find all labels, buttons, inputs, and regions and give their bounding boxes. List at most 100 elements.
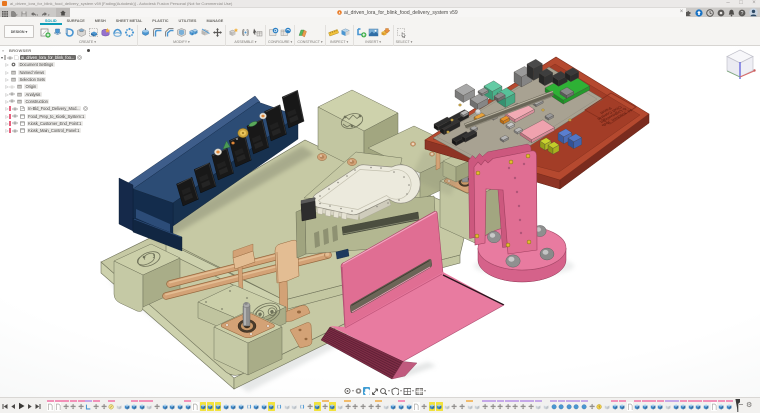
timeline-feature-7[interactable] — [93, 400, 100, 412]
timeline-feature-55[interactable] — [459, 400, 466, 412]
timeline-feature-12[interactable] — [131, 400, 138, 412]
timeline-feature-70[interactable] — [573, 400, 580, 412]
timeline-feature-3[interactable] — [62, 400, 69, 412]
eye-icon[interactable] — [12, 129, 18, 133]
timeline-feature-74[interactable] — [604, 400, 611, 412]
ribbon-tab-solid[interactable]: SOLID — [40, 17, 62, 25]
timeline-feature-86[interactable] — [695, 400, 702, 412]
timeline-feature-13[interactable] — [139, 400, 146, 412]
browser-item-label[interactable]: Kiosk_Customer_End_Point:1 — [27, 121, 83, 126]
group-label-inspect[interactable]: INSPECT ▾ — [328, 39, 351, 45]
browser-item-label[interactable]: Origin — [24, 84, 38, 89]
timeline-feature-51[interactable] — [428, 400, 435, 412]
move-copy-button[interactable] — [212, 26, 223, 39]
timeline-feature-61[interactable] — [505, 400, 512, 412]
fillet-button[interactable] — [152, 26, 163, 39]
timeline-feature-14[interactable] — [146, 400, 153, 412]
fit-tool[interactable] — [379, 387, 390, 395]
timeline-feature-1[interactable] — [47, 400, 54, 412]
timeline-feature-43[interactable] — [367, 400, 374, 412]
timeline-feature-30[interactable] — [268, 400, 275, 412]
ribbon-tab-mesh[interactable]: MESH — [90, 17, 111, 25]
timeline-feature-37[interactable] — [322, 400, 329, 412]
view-cube[interactable] — [727, 50, 756, 79]
pattern-button[interactable] — [124, 26, 135, 39]
timeline-feature-29[interactable] — [261, 400, 268, 412]
tab-close-icon[interactable]: × — [678, 9, 685, 16]
browser-item-label[interactable]: Selection Sets — [18, 77, 46, 82]
group-label-assemble[interactable]: ASSEMBLE ▾ — [228, 39, 263, 45]
timeline-feature-89[interactable] — [718, 400, 725, 412]
timeline-feature-28[interactable] — [253, 400, 260, 412]
timeline-feature-67[interactable] — [550, 400, 557, 412]
timeline-feature-83[interactable] — [672, 400, 679, 412]
timeline-feature-23[interactable] — [215, 400, 222, 412]
split-body-button[interactable] — [200, 26, 211, 39]
browser-item-7[interactable]: ▷In-Bld_Food_Delivery_Mod... — [0, 105, 100, 112]
timeline-feature-46[interactable] — [390, 400, 397, 412]
timeline-feature-78[interactable] — [634, 400, 641, 412]
timeline-feature-19[interactable] — [184, 400, 191, 412]
timeline-feature-63[interactable] — [520, 400, 527, 412]
timeline-feature-40[interactable] — [344, 400, 351, 412]
browser-root-item[interactable]: ▾ai_driven_lora_for_blink_foo... — [0, 54, 100, 61]
browser-item-8[interactable]: ▷Food_Prep_to_Kiosk_System:1 — [0, 112, 100, 119]
timeline-feature-8[interactable] — [100, 400, 107, 412]
collapse-panel-icon[interactable]: « — [2, 48, 4, 53]
timeline-feature-33[interactable] — [291, 400, 298, 412]
eye-icon[interactable] — [9, 99, 15, 103]
timeline-feature-62[interactable] — [512, 400, 519, 412]
look-at-tool[interactable] — [355, 387, 362, 395]
timeline-feature-20[interactable] — [192, 400, 199, 412]
group-label-insert[interactable]: INSERT ▾ — [356, 39, 391, 45]
browser-item-1[interactable]: ▷Document Settings — [0, 61, 100, 68]
insert-mesh-button[interactable] — [380, 26, 391, 39]
grid-layout-tool[interactable] — [403, 387, 414, 395]
browser-item-5[interactable]: ▷Analysis — [0, 90, 100, 97]
home-button[interactable] — [56, 8, 70, 17]
timeline-feature-41[interactable] — [352, 400, 359, 412]
browser-options-icon[interactable] — [87, 49, 90, 52]
timeline-feature-64[interactable] — [527, 400, 534, 412]
timeline-feature-85[interactable] — [688, 400, 695, 412]
play-button[interactable] — [18, 397, 25, 415]
timeline-feature-21[interactable] — [200, 400, 207, 412]
timeline-feature-84[interactable] — [680, 400, 687, 412]
skip-to-end-button[interactable] — [35, 397, 41, 415]
timeline-feature-47[interactable] — [398, 400, 405, 412]
ribbon-tab-plastic[interactable]: PLASTIC — [147, 17, 173, 25]
pan-tool[interactable] — [363, 387, 370, 395]
timeline-feature-59[interactable] — [489, 400, 496, 412]
timeline-feature-24[interactable] — [222, 400, 229, 412]
browser-item-label[interactable]: In-Bld_Food_Delivery_Mod... — [27, 106, 82, 111]
timeline-feature-48[interactable] — [405, 400, 412, 412]
measure-button[interactable] — [328, 26, 339, 39]
timeline-feature-45[interactable] — [383, 400, 390, 412]
coil-button[interactable] — [112, 26, 123, 39]
timeline-gear-icon[interactable]: ⚙ — [746, 402, 752, 410]
timeline-feature-80[interactable] — [649, 400, 656, 412]
timeline-feature-75[interactable] — [611, 400, 618, 412]
box-primitive-button[interactable] — [88, 26, 99, 39]
timeline-feature-90[interactable] — [726, 400, 733, 412]
timeline-feature-32[interactable] — [283, 400, 290, 412]
expand-arrow-icon[interactable]: ▷ — [5, 77, 9, 82]
timeline-feature-18[interactable] — [177, 400, 184, 412]
timeline-feature-65[interactable] — [535, 400, 542, 412]
timeline-feature-81[interactable] — [657, 400, 664, 412]
group-label-construct[interactable]: CONSTRUCT ▾ — [297, 39, 322, 45]
select-button[interactable] — [396, 26, 407, 39]
timeline-feature-60[interactable] — [497, 400, 504, 412]
timeline-feature-72[interactable] — [588, 400, 595, 412]
viewport[interactable]: AI_Kitchen_Hub& LightweightChef ControlP… — [0, 46, 760, 397]
zoom-tool[interactable] — [371, 387, 378, 395]
canvas-button[interactable] — [368, 26, 379, 39]
browser-item-6[interactable]: ▷Construction — [0, 98, 100, 105]
browser-item-label[interactable]: Kiosk_Main_Control_Panel:1 — [27, 128, 81, 133]
timeline-feature-56[interactable] — [466, 400, 473, 412]
eye-icon[interactable] — [9, 92, 15, 96]
joint-button[interactable] — [240, 26, 251, 39]
timeline-feature-73[interactable] — [596, 400, 603, 412]
timeline-feature-35[interactable] — [306, 400, 313, 412]
construct-plane-button[interactable] — [297, 26, 308, 39]
